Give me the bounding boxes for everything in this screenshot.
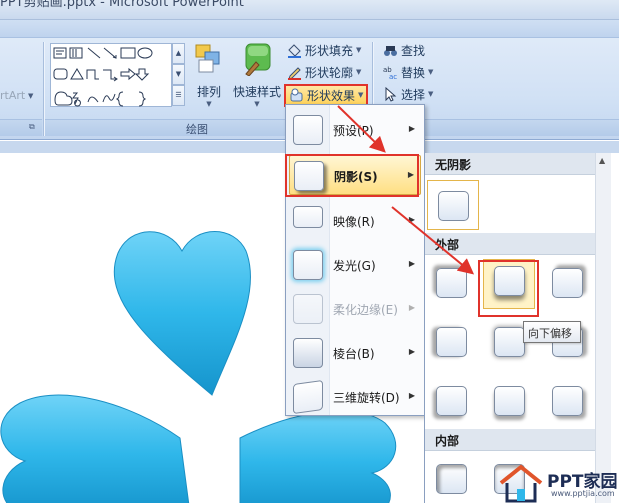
arrow-to-preset [391,206,475,275]
watermark-url: www.pptjia.com [551,489,615,498]
house-logo-icon [499,464,543,503]
arrow-to-shadow [337,105,386,153]
annotation-arrows [337,105,475,275]
watermark: PPT家园 www.pptjia.com [497,463,619,503]
